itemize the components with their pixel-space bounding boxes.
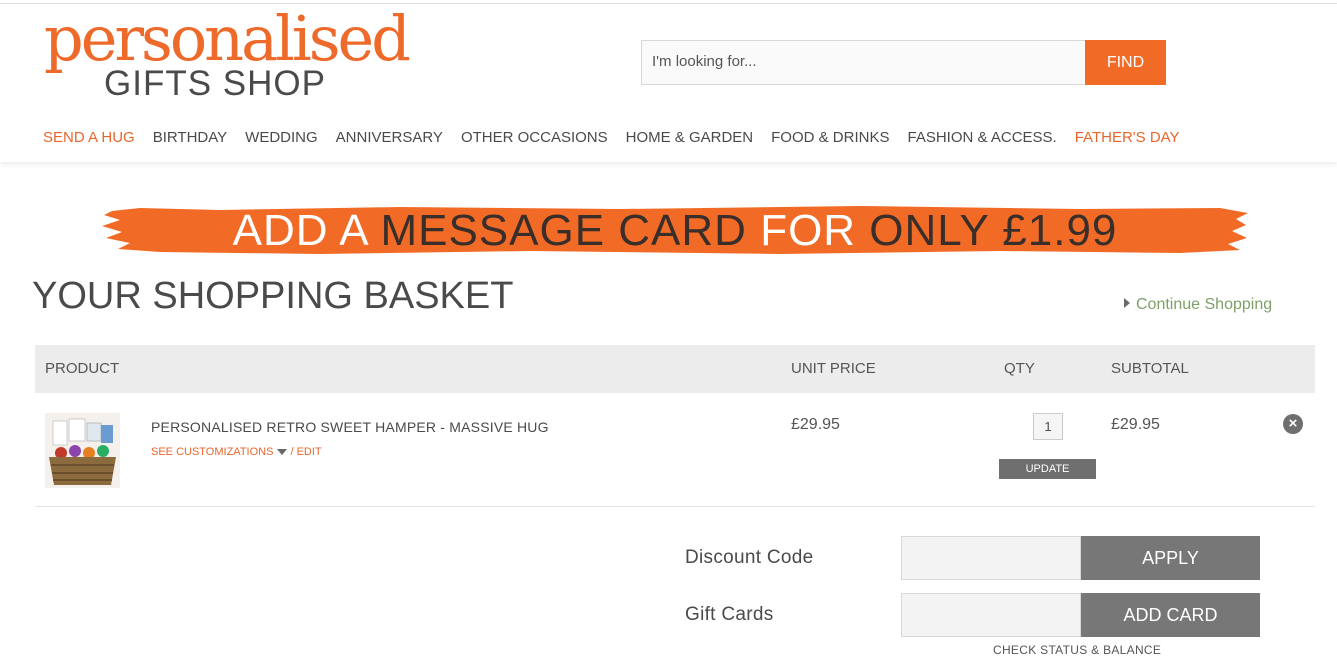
apply-button[interactable]: APPLY	[1081, 536, 1260, 580]
quantity-input[interactable]: 1	[1033, 413, 1063, 440]
table-row: PERSONALISED RETRO SWEET HAMPER - MASSIV…	[35, 394, 1315, 507]
banner-text-message-card: MESSAGE CARD	[380, 206, 761, 255]
edit-link[interactable]: / EDIT	[290, 446, 321, 458]
continue-shopping-label: Continue Shopping	[1136, 296, 1273, 313]
discount-code-label: Discount Code	[685, 547, 814, 568]
search-input[interactable]: I'm looking for...	[641, 40, 1086, 85]
nav-item-birthday[interactable]: BIRTHDAY	[153, 129, 227, 146]
banner-text: ADD A MESSAGE CARD FOR ONLY £1.99	[100, 209, 1250, 253]
basket-table-header: PRODUCT UNIT PRICE QTY SUBTOTAL	[35, 345, 1315, 393]
banner-text-for: FOR	[760, 206, 870, 255]
site-header: personalised GIFTS SHOP I'm looking for.…	[0, 4, 1337, 162]
caret-right-icon	[1124, 298, 1130, 308]
nav-item-send-a-hug[interactable]: SEND A HUG	[43, 129, 135, 146]
nav-item-food-drinks[interactable]: FOOD & DRINKS	[771, 129, 889, 146]
update-button[interactable]: UPDATE	[999, 459, 1096, 479]
nav-item-wedding[interactable]: WEDDING	[245, 129, 318, 146]
message-card-banner[interactable]: ADD A MESSAGE CARD FOR ONLY £1.99	[100, 205, 1250, 255]
header-subtotal: SUBTOTAL	[1111, 360, 1189, 377]
header-product: PRODUCT	[45, 360, 120, 377]
page-title: YOUR SHOPPING BASKET	[32, 275, 514, 317]
continue-shopping-link[interactable]: Continue Shopping	[1124, 296, 1272, 314]
nav-item-anniversary[interactable]: ANNIVERSARY	[336, 129, 443, 146]
unit-price: £29.95	[791, 416, 840, 433]
logo-subtitle[interactable]: GIFTS SHOP	[104, 66, 326, 102]
gift-card-input[interactable]	[901, 593, 1081, 637]
gift-cards-label: Gift Cards	[685, 604, 774, 625]
row-subtotal: £29.95	[1111, 416, 1160, 433]
nav-item-other-occasions[interactable]: OTHER OCCASIONS	[461, 129, 608, 146]
see-customizations-link[interactable]: SEE CUSTOMIZATIONS	[151, 446, 273, 458]
remove-item-icon[interactable]: ×	[1283, 414, 1303, 434]
nav-item-home-garden[interactable]: HOME & GARDEN	[626, 129, 754, 146]
product-links: SEE CUSTOMIZATIONS / EDIT	[151, 446, 322, 458]
hamper-image	[45, 413, 120, 488]
banner-text-price: ONLY £1.99	[869, 206, 1118, 255]
header-unit-price: UNIT PRICE	[791, 360, 876, 377]
product-name[interactable]: PERSONALISED RETRO SWEET HAMPER - MASSIV…	[151, 419, 549, 435]
main-nav: SEND A HUG BIRTHDAY WEDDING ANNIVERSARY …	[43, 129, 1198, 146]
find-button[interactable]: FIND	[1085, 40, 1166, 85]
nav-item-fathers-day[interactable]: FATHER'S DAY	[1075, 129, 1180, 146]
banner-text-add-a: ADD A	[232, 206, 381, 255]
add-card-button[interactable]: ADD CARD	[1081, 593, 1260, 637]
discount-code-input[interactable]	[901, 536, 1081, 580]
product-thumbnail[interactable]	[45, 413, 120, 488]
nav-item-fashion-access[interactable]: FASHION & ACCESS.	[908, 129, 1057, 146]
header-qty: QTY	[1004, 360, 1035, 377]
chevron-down-icon[interactable]	[277, 449, 288, 455]
